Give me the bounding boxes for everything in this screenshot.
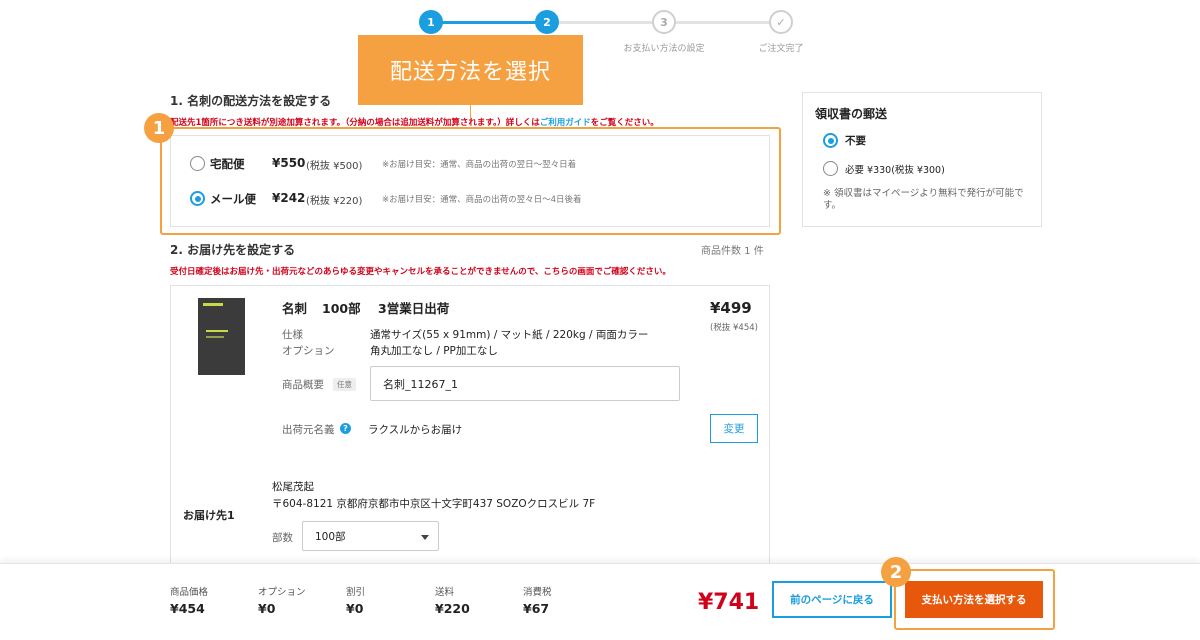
progress-steps: 1 2 3 ✓ お支払い方法の設定 ご注文完了 bbox=[0, 10, 1200, 55]
product-tax: (税抜 ¥454) bbox=[710, 323, 758, 333]
footer-discount: ¥0 bbox=[346, 601, 364, 616]
change-sender-button[interactable]: 変更 bbox=[710, 414, 758, 443]
step-2: 2 bbox=[535, 10, 559, 34]
quantity-select-value: 100部 bbox=[315, 530, 346, 543]
step-3: 3 bbox=[652, 10, 676, 34]
footer-product-price-label: 商品価格 bbox=[170, 587, 209, 598]
back-button[interactable]: 前のページに戻る bbox=[772, 581, 892, 618]
receipt-needed-label[interactable]: 必要 ¥330(税抜 ¥300) bbox=[845, 162, 945, 176]
summary-label: 商品概要 bbox=[282, 379, 324, 391]
footer-tax: ¥67 bbox=[523, 601, 550, 616]
callout-connector bbox=[470, 105, 471, 119]
product-ship-days: 3営業日出荷 bbox=[378, 301, 450, 316]
option-value: 角丸加工なし / PP加工なし bbox=[370, 345, 498, 357]
callout-highlight-shipping bbox=[160, 127, 781, 235]
sender-label: 出荷元名義 bbox=[282, 424, 335, 436]
step-1: 1 bbox=[419, 10, 443, 34]
receipt-title: 領収書の郵送 bbox=[815, 107, 888, 121]
qty-label: 部数 bbox=[272, 532, 293, 544]
product-quantity: 100部 bbox=[322, 301, 361, 316]
product-name: 名刺 bbox=[282, 301, 308, 316]
business-card-thumbnail bbox=[198, 298, 245, 375]
radio-receipt-not-needed[interactable] bbox=[823, 133, 838, 148]
chevron-down-icon bbox=[421, 535, 429, 540]
receipt-not-needed-label[interactable]: 不要 bbox=[845, 133, 866, 148]
receipt-note: ※ 領収書はマイページより無料で発行が可能です。 bbox=[823, 188, 1024, 211]
delivery-warning: 受付日確定後はお届け先・出荷元などのあらゆる変更やキャンセルを承ることができませ… bbox=[170, 267, 671, 277]
spec-value: 通常サイズ(55 x 91mm) / マット紙 / 220kg / 両面カラー bbox=[370, 329, 649, 341]
option-label: オプション bbox=[282, 345, 335, 357]
callout-highlight-next bbox=[894, 569, 1055, 630]
footer-shipping: ¥220 bbox=[435, 601, 470, 616]
product-price: ¥499 bbox=[710, 299, 752, 317]
footer-shipping-label: 送料 bbox=[435, 587, 455, 598]
shipping-section-title: 1. 名刺の配送方法を設定する bbox=[170, 94, 332, 108]
delivery-section-title: 2. お届け先を設定する bbox=[170, 243, 296, 257]
recipient-name: 松尾茂起 bbox=[272, 481, 314, 493]
sender-value: ラクスルからお届け bbox=[368, 424, 463, 436]
spec-label: 仕様 bbox=[282, 329, 303, 341]
footer-option-label: オプション bbox=[258, 587, 306, 598]
footer-option-price: ¥0 bbox=[258, 601, 276, 616]
order-total: ¥741 bbox=[698, 590, 760, 615]
destination-label: お届け先1 bbox=[183, 509, 235, 522]
callout-badge-2: 2 bbox=[881, 557, 911, 587]
footer-product-price: ¥454 bbox=[170, 601, 205, 616]
quantity-select[interactable]: 100部 bbox=[302, 521, 439, 551]
step-3-label: お支払い方法の設定 bbox=[623, 44, 705, 54]
item-count: 商品件数 1 件 bbox=[701, 246, 764, 257]
callout-badge-1: 1 bbox=[144, 113, 174, 143]
product-summary-input[interactable]: 名刺_11267_1 bbox=[370, 366, 680, 401]
step-complete-label: ご注文完了 bbox=[758, 44, 804, 54]
optional-tag: 任意 bbox=[333, 378, 356, 391]
progress-line-done bbox=[440, 21, 546, 24]
step-complete-check-icon: ✓ bbox=[769, 10, 793, 34]
footer-discount-label: 割引 bbox=[346, 587, 366, 598]
footer-tax-label: 消費税 bbox=[523, 587, 552, 598]
help-icon[interactable]: ? bbox=[340, 423, 351, 434]
recipient-address: 〒604-8121 京都府京都市中京区十文字町437 SOZOクロスビル 7F bbox=[272, 498, 596, 510]
callout-banner: 配送方法を選択 bbox=[358, 35, 583, 105]
radio-receipt-needed[interactable] bbox=[823, 161, 838, 176]
